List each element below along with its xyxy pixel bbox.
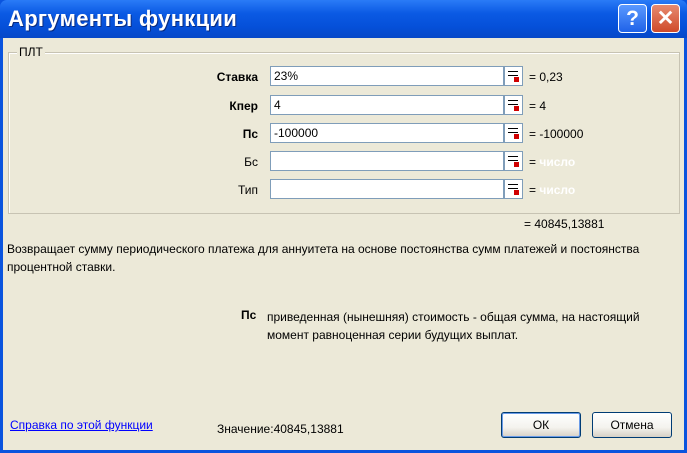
close-button[interactable]: ✕	[651, 4, 680, 33]
dialog-title: Аргументы функции	[8, 6, 238, 31]
nper-result-value: = 4	[529, 99, 547, 113]
pv-result: = -100000	[529, 127, 583, 141]
rate-input[interactable]	[270, 66, 504, 86]
help-on-function-link[interactable]: Справка по этой функции	[10, 418, 153, 432]
value-readout: Значение:40845,13881	[217, 422, 344, 436]
help-button[interactable]: ?	[618, 4, 647, 33]
arguments-group: ПЛТ Ставка = 0,23 Кпер = 4 Пс = -100000	[8, 45, 680, 214]
collapse-pv-button[interactable]	[504, 123, 523, 143]
arg-label-type: Тип	[237, 183, 258, 197]
dialog-body: ПЛТ Ставка = 0,23 Кпер = 4 Пс = -100000	[3, 38, 684, 450]
current-param-name: Пс	[241, 308, 257, 322]
arg-label-fv: Бс	[244, 155, 258, 169]
rate-result: = 0,23	[529, 70, 563, 84]
nper-result: = 4	[529, 99, 546, 113]
ok-button[interactable]: ОК	[501, 412, 581, 438]
type-result-eq: =	[529, 183, 537, 197]
formula-result: = 40845,13881	[524, 217, 605, 231]
type-result-hint: число	[539, 183, 576, 197]
type-result: = число	[529, 183, 575, 197]
collapse-nper-button[interactable]	[504, 95, 523, 115]
function-description: Возвращает сумму периодического платежа …	[7, 242, 640, 274]
cancel-button[interactable]: Отмена	[592, 412, 672, 438]
type-input[interactable]	[270, 179, 504, 199]
fv-input[interactable]	[270, 151, 504, 171]
arg-label-rate: Ставка	[216, 70, 258, 84]
fv-result-eq: =	[529, 155, 537, 169]
pv-input[interactable]	[270, 123, 504, 143]
collapse-type-button[interactable]	[504, 179, 523, 199]
fv-result-hint: число	[539, 155, 576, 169]
rate-result-value: = 0,23	[529, 70, 563, 84]
nper-input[interactable]	[270, 95, 504, 115]
function-name: ПЛТ	[17, 45, 45, 59]
value-label: Значение:	[217, 422, 274, 436]
collapse-fv-button[interactable]	[504, 151, 523, 171]
title-bar[interactable]: Аргументы функции ? ✕	[0, 0, 687, 38]
fv-result: = число	[529, 155, 575, 169]
collapse-rate-button[interactable]	[504, 66, 523, 86]
function-arguments-dialog: Аргументы функции ? ✕ ПЛТ Ставка = 0,23 …	[0, 0, 687, 453]
arg-label-pv: Пс	[242, 127, 258, 141]
value-number: 40845,13881	[273, 422, 344, 436]
current-param-description: приведенная (нынешняя) стоимость - общая…	[267, 310, 640, 342]
arg-label-nper: Кпер	[229, 99, 258, 113]
pv-result-value: = -100000	[529, 127, 584, 141]
